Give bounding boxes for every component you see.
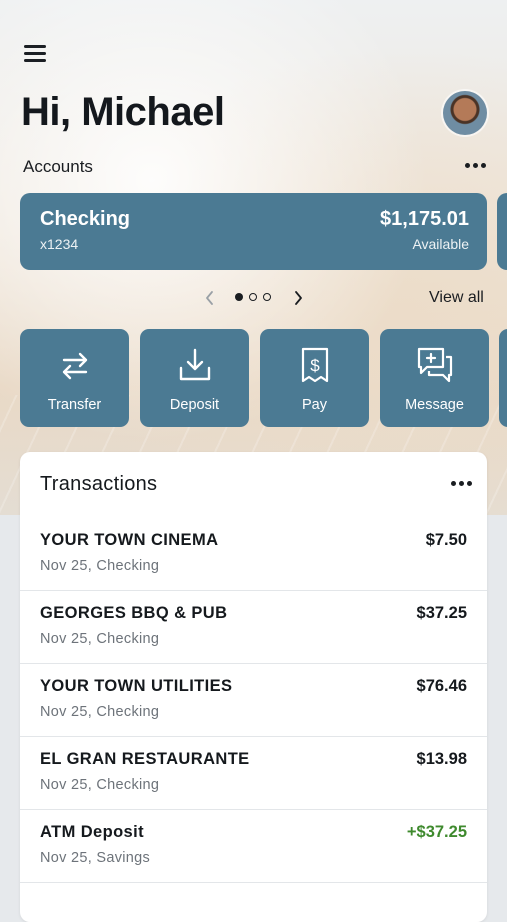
deposit-button[interactable]: Deposit bbox=[140, 329, 249, 427]
deposit-icon bbox=[179, 348, 210, 381]
message-label: Message bbox=[405, 397, 464, 413]
deposit-label: Deposit bbox=[169, 397, 220, 413]
transaction-merchant: YOUR TOWN UTILITIES bbox=[40, 677, 233, 695]
transfer-button[interactable]: Transfer bbox=[20, 329, 129, 427]
transaction-merchant: GEORGES BBQ & PUB bbox=[40, 604, 228, 622]
transactions-title: Transactions bbox=[40, 473, 158, 495]
next-account-card-peek[interactable] bbox=[497, 193, 507, 270]
chevron-right-icon[interactable] bbox=[291, 288, 305, 308]
pay-button[interactable]: $ Pay bbox=[260, 329, 369, 427]
account-balance-label: Available bbox=[412, 236, 469, 252]
transaction-merchant: YOUR TOWN CINEMA bbox=[40, 531, 219, 549]
greeting-title: Hi, Michael bbox=[21, 90, 225, 134]
account-name: Checking bbox=[40, 208, 131, 230]
transaction-merchant: ATM Deposit bbox=[40, 823, 145, 841]
message-icon bbox=[417, 347, 452, 383]
chevron-left-icon[interactable] bbox=[203, 288, 217, 308]
account-balance: $1,175.01 bbox=[380, 208, 469, 230]
pay-label: Pay bbox=[302, 397, 327, 413]
account-pager bbox=[203, 288, 307, 308]
pager-dot-active[interactable] bbox=[235, 293, 243, 301]
pager-dot[interactable] bbox=[249, 293, 257, 301]
avatar[interactable] bbox=[443, 91, 487, 135]
transaction-amount: $37.25 bbox=[416, 604, 467, 622]
transaction-amount-credit: +$37.25 bbox=[406, 823, 467, 841]
transaction-row[interactable]: YOUR TOWN UTILITIES Nov 25, Checking $76… bbox=[20, 663, 487, 737]
transaction-row[interactable]: ATM Deposit Nov 25, Savings +$37.25 bbox=[20, 809, 487, 883]
message-button[interactable]: Message bbox=[380, 329, 489, 427]
view-all-link[interactable]: View all bbox=[429, 289, 484, 307]
transaction-merchant: EL GRAN RESTAURANTE bbox=[40, 750, 250, 768]
account-card-checking[interactable]: Checking x1234 $1,175.01 Available bbox=[20, 193, 487, 270]
accounts-more-icon[interactable] bbox=[465, 163, 486, 168]
transactions-card: Transactions YOUR TOWN CINEMA Nov 25, Ch… bbox=[20, 452, 487, 922]
transaction-amount: $7.50 bbox=[425, 531, 467, 549]
transaction-meta: Nov 25, Checking bbox=[40, 704, 160, 720]
hamburger-menu-icon[interactable] bbox=[24, 45, 46, 63]
pay-icon: $ bbox=[301, 347, 328, 383]
svg-text:$: $ bbox=[310, 356, 320, 375]
transaction-meta: Nov 25, Checking bbox=[40, 777, 160, 793]
transfer-label: Transfer bbox=[47, 397, 102, 413]
next-action-peek[interactable] bbox=[499, 329, 507, 427]
transaction-row[interactable]: YOUR TOWN CINEMA Nov 25, Checking $7.50 bbox=[20, 517, 487, 591]
account-number: x1234 bbox=[40, 236, 79, 252]
pager-dot[interactable] bbox=[263, 293, 271, 301]
transactions-more-icon[interactable] bbox=[451, 481, 472, 486]
transaction-meta: Nov 25, Checking bbox=[40, 631, 160, 647]
transfer-icon bbox=[62, 352, 87, 380]
transaction-meta: Nov 25, Savings bbox=[40, 850, 151, 866]
transaction-amount: $13.98 bbox=[416, 750, 467, 768]
accounts-section-label: Accounts bbox=[23, 157, 93, 176]
transaction-row[interactable]: GEORGES BBQ & PUB Nov 25, Checking $37.2… bbox=[20, 590, 487, 664]
transaction-meta: Nov 25, Checking bbox=[40, 558, 160, 574]
transaction-amount: $76.46 bbox=[416, 677, 467, 695]
transaction-row[interactable]: EL GRAN RESTAURANTE Nov 25, Checking $13… bbox=[20, 736, 487, 810]
